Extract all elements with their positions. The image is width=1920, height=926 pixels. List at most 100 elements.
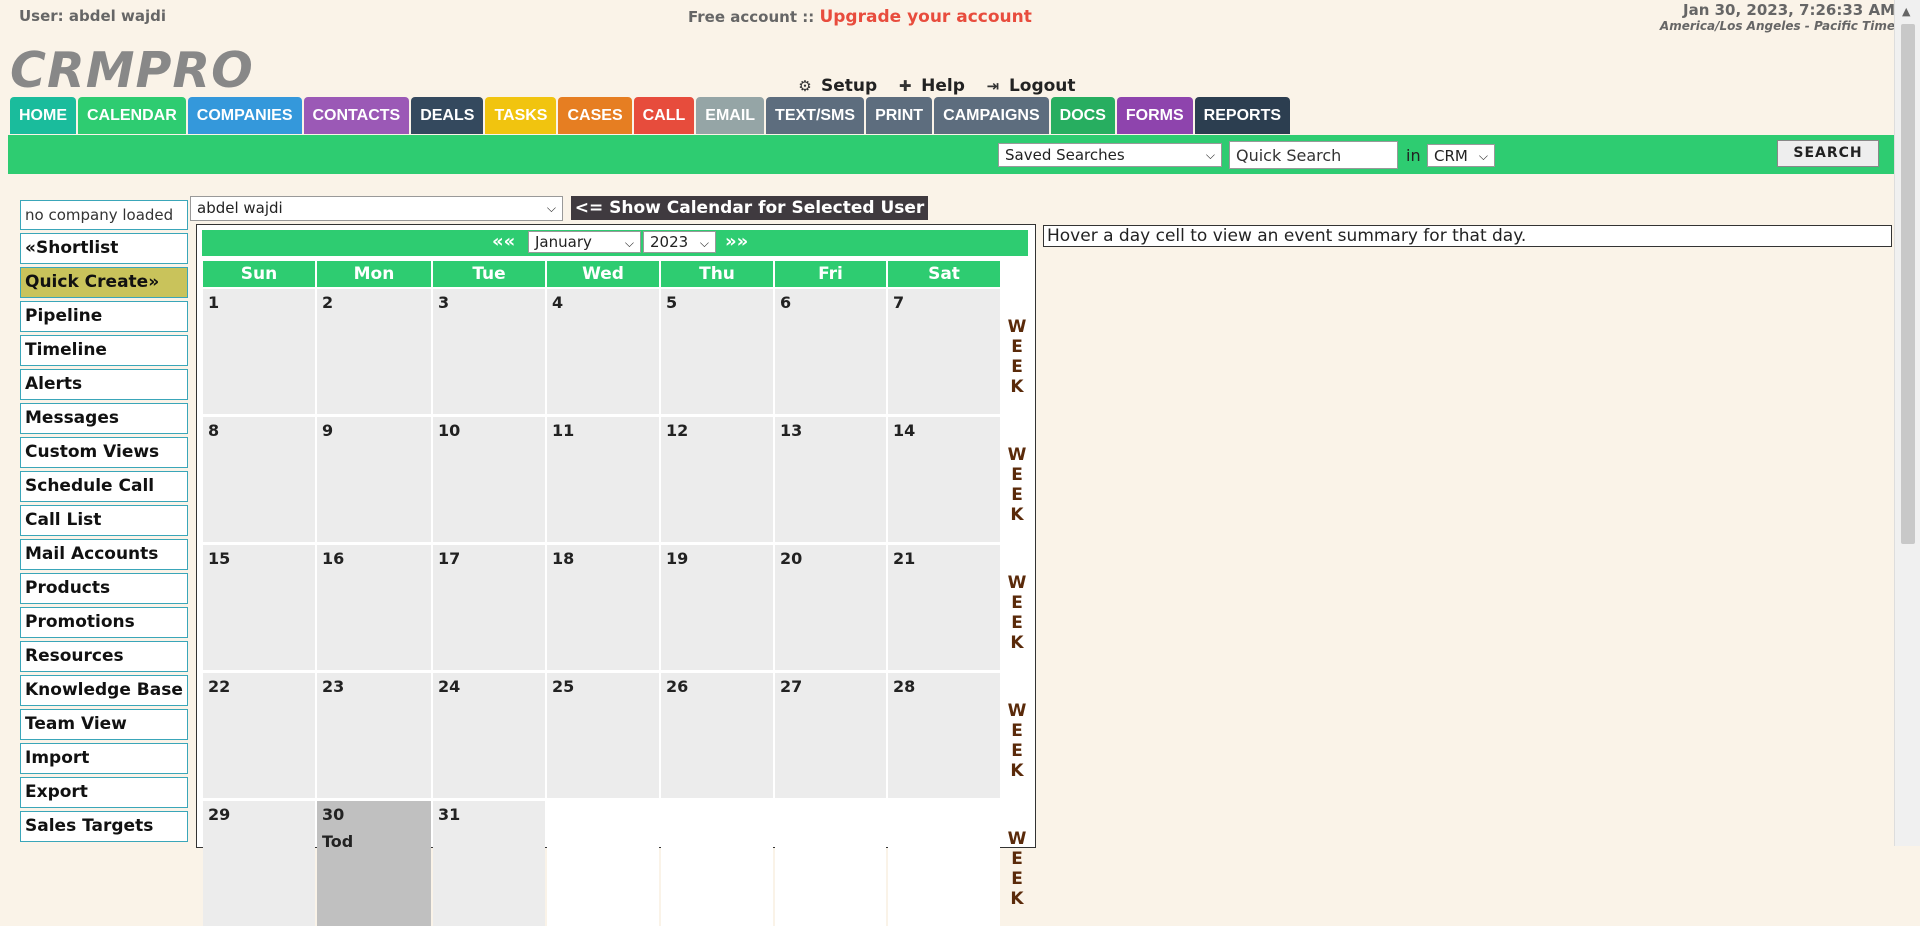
sidebar-item-mail-accounts[interactable]: Mail Accounts <box>20 539 188 570</box>
logout-link[interactable]: Logout <box>1009 76 1076 96</box>
day-number: 31 <box>438 805 461 824</box>
nav-tab-call[interactable]: CALL <box>633 97 695 134</box>
day-cell[interactable]: 19 <box>661 545 773 670</box>
page-scrollbar[interactable]: ▲ <box>1894 0 1920 846</box>
help-link[interactable]: Help <box>921 76 965 96</box>
week-link[interactable]: WEEK <box>1005 829 1029 909</box>
week-link[interactable]: WEEK <box>1005 445 1029 525</box>
sidebar-item-team-view[interactable]: Team View <box>20 709 188 740</box>
account-label: Free account :: <box>688 8 815 26</box>
nav-tab-home[interactable]: HOME <box>10 97 76 134</box>
nav-tab-print[interactable]: PRINT <box>866 97 933 134</box>
timezone: America/Los Angeles - Pacific Time <box>1659 19 1895 33</box>
day-number: 28 <box>893 677 916 696</box>
week-link[interactable]: WEEK <box>1005 317 1029 397</box>
day-cell[interactable]: 18 <box>547 545 659 670</box>
sidebar-item-call-list[interactable]: Call List <box>20 505 188 536</box>
day-cell[interactable]: 25 <box>547 673 659 798</box>
nav-tab-tasks[interactable]: TASKS <box>485 97 557 134</box>
day-cell[interactable]: 21 <box>888 545 1000 670</box>
ambulance-icon: ✚ <box>898 77 912 95</box>
day-header-sun: Sun <box>203 261 315 287</box>
day-cell[interactable]: 14 <box>888 417 1000 542</box>
search-button[interactable]: SEARCH <box>1777 140 1879 167</box>
sidebar-item-export[interactable]: Export <box>20 777 188 808</box>
sidebar-item-timeline[interactable]: Timeline <box>20 335 188 366</box>
sidebar-item-knowledge-base[interactable]: Knowledge Base <box>20 675 188 706</box>
sidebar-item-custom-views[interactable]: Custom Views <box>20 437 188 468</box>
nav-tab-companies[interactable]: COMPANIES <box>187 97 302 134</box>
day-cell[interactable]: 4 <box>547 289 659 414</box>
nav-tab-calendar[interactable]: CALENDAR <box>78 97 186 134</box>
sidebar-item-schedule-call[interactable]: Schedule Call <box>20 471 188 502</box>
day-cell[interactable]: 29 <box>203 801 315 926</box>
user-label: User: abdel wajdi <box>19 7 167 25</box>
day-cell[interactable]: 7 <box>888 289 1000 414</box>
sidebar-item-alerts[interactable]: Alerts <box>20 369 188 400</box>
day-cell[interactable]: 20 <box>775 545 886 670</box>
week-link[interactable]: WEEK <box>1005 701 1029 781</box>
day-cell[interactable]: 16 <box>317 545 431 670</box>
sidebar-item-sales-targets[interactable]: Sales Targets <box>20 811 188 842</box>
day-cell[interactable]: 27 <box>775 673 886 798</box>
day-cell[interactable]: 11 <box>547 417 659 542</box>
day-number: 5 <box>666 293 678 312</box>
next-month-button[interactable]: »» <box>725 231 748 252</box>
nav-tab-reports[interactable]: REPORTS <box>1194 97 1291 134</box>
year-select[interactable]: 2023 ⌵ <box>643 231 716 253</box>
nav-tab-docs[interactable]: DOCS <box>1050 97 1115 134</box>
day-cell[interactable]: 17 <box>433 545 545 670</box>
day-cell[interactable]: 9 <box>317 417 431 542</box>
month-select[interactable]: January ⌵ <box>528 231 641 253</box>
day-cell[interactable]: 3 <box>433 289 545 414</box>
day-cell[interactable]: 24 <box>433 673 545 798</box>
sidebar-item-resources[interactable]: Resources <box>20 641 188 672</box>
day-number: 27 <box>780 677 803 696</box>
day-cell[interactable]: 2 <box>317 289 431 414</box>
nav-tab-email[interactable]: EMAIL <box>696 97 765 134</box>
day-number: 2 <box>322 293 334 312</box>
sidebar-item-promotions[interactable]: Promotions <box>20 607 188 638</box>
day-cell[interactable]: 31 <box>433 801 545 926</box>
sidebar-item-import[interactable]: Import <box>20 743 188 774</box>
day-cell[interactable]: 6 <box>775 289 886 414</box>
day-cell[interactable]: 30 Tod <box>317 801 431 926</box>
day-cell[interactable]: 5 <box>661 289 773 414</box>
sidebar-item-products[interactable]: Products <box>20 573 188 604</box>
day-cell[interactable]: 1 <box>203 289 315 414</box>
day-cell[interactable]: 10 <box>433 417 545 542</box>
scroll-thumb[interactable] <box>1901 24 1915 544</box>
week-link[interactable]: WEEK <box>1005 573 1029 653</box>
nav-tab-contacts[interactable]: CONTACTS <box>303 97 410 134</box>
top-header: User: abdel wajdi Free account :: Upgrad… <box>0 0 1895 60</box>
day-cell[interactable]: 26 <box>661 673 773 798</box>
sidebar-item-shortlist[interactable]: «Shortlist <box>20 233 188 264</box>
day-cell[interactable]: 8 <box>203 417 315 542</box>
upgrade-link[interactable]: Upgrade your account <box>819 7 1031 27</box>
day-cell[interactable]: 28 <box>888 673 1000 798</box>
week-letter: K <box>1010 889 1024 909</box>
nav-tab-forms[interactable]: FORMS <box>1116 97 1193 134</box>
day-header-thu: Thu <box>661 261 773 287</box>
sidebar-item-quick-create[interactable]: Quick Create» <box>20 267 188 298</box>
sidebar-item-pipeline[interactable]: Pipeline <box>20 301 188 332</box>
day-cell[interactable]: 13 <box>775 417 886 542</box>
prev-month-button[interactable]: «« <box>492 231 515 252</box>
day-cell[interactable]: 22 <box>203 673 315 798</box>
setup-link[interactable]: Setup <box>821 76 877 96</box>
nav-tab-cases[interactable]: CASES <box>558 97 632 134</box>
search-scope-select[interactable]: CRM ⌵ <box>1427 144 1495 167</box>
calendar-user-select[interactable]: abdel wajdi ⌵ <box>190 196 563 221</box>
day-cell[interactable]: 15 <box>203 545 315 670</box>
nav-tab-campaigns[interactable]: CAMPAIGNS <box>934 97 1049 134</box>
saved-searches-select[interactable]: Saved Searches ⌵ <box>998 143 1222 167</box>
day-cell[interactable]: 23 <box>317 673 431 798</box>
scroll-up-icon[interactable]: ▲ <box>1902 5 1910 18</box>
sidebar-item-messages[interactable]: Messages <box>20 403 188 434</box>
day-cell[interactable]: 12 <box>661 417 773 542</box>
nav-tab-deals[interactable]: DEALS <box>411 97 484 134</box>
quick-search-input[interactable]: Quick Search <box>1229 141 1398 169</box>
nav-tab-text-sms[interactable]: TEXT/SMS <box>766 97 865 134</box>
day-number: 3 <box>438 293 450 312</box>
show-calendar-button[interactable]: <= Show Calendar for Selected User <box>571 196 928 220</box>
